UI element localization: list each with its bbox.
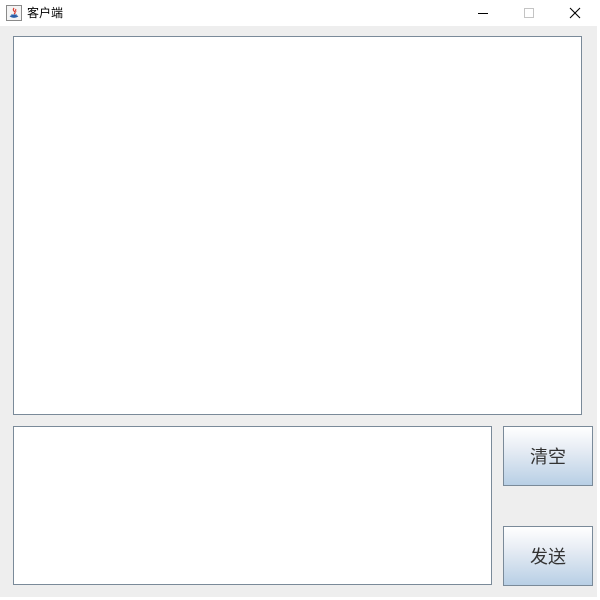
title-bar[interactable]: 客户端 <box>0 0 600 26</box>
close-button[interactable] <box>552 0 598 26</box>
java-app-icon[interactable] <box>6 5 22 21</box>
minimize-icon <box>478 13 488 14</box>
clear-button[interactable]: 清空 <box>503 426 593 486</box>
window-title: 客户端 <box>27 6 64 20</box>
message-input-textarea[interactable] <box>13 426 492 585</box>
client-window: 客户端 清空 发送 <box>0 0 600 600</box>
close-icon <box>569 7 581 19</box>
clear-button-label: 清空 <box>530 447 566 468</box>
chat-history-textarea[interactable] <box>13 36 582 415</box>
maximize-icon <box>524 8 534 18</box>
minimize-button[interactable] <box>460 0 506 26</box>
send-button-label: 发送 <box>530 547 566 568</box>
send-button[interactable]: 发送 <box>503 526 593 586</box>
maximize-button[interactable] <box>506 0 552 26</box>
